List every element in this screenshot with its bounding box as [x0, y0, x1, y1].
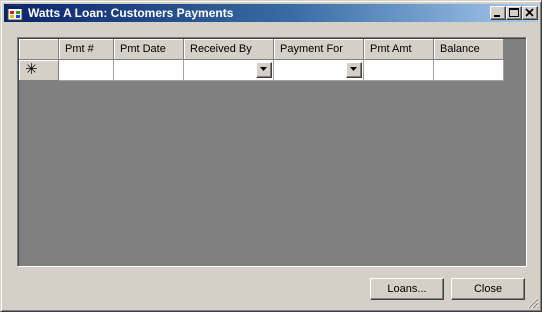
close-form-button[interactable]: Close — [451, 278, 525, 300]
app-icon[interactable] — [7, 5, 23, 21]
new-row-header[interactable]: ✳ — [19, 60, 59, 81]
payments-window: Watts A Loan: Customers Payments Pmt # P… — [0, 0, 542, 312]
new-row-asterisk-icon: ✳ — [25, 61, 38, 78]
close-button[interactable] — [522, 6, 538, 20]
chevron-down-icon — [350, 67, 357, 71]
minimize-icon — [494, 15, 500, 17]
cell-pmt-date[interactable] — [114, 60, 184, 81]
title-bar[interactable]: Watts A Loan: Customers Payments — [4, 4, 538, 22]
grid-header-row: Pmt # Pmt Date Received By Payment For P… — [19, 39, 504, 60]
chevron-down-icon — [260, 67, 267, 71]
payment-for-dropdown-button[interactable] — [346, 62, 362, 78]
cell-balance[interactable] — [434, 60, 504, 81]
cell-received-by-combo[interactable] — [184, 60, 274, 81]
column-header-received-by[interactable]: Received By — [184, 39, 274, 60]
grid-corner-header[interactable] — [19, 39, 59, 60]
column-header-pmt-date[interactable]: Pmt Date — [114, 39, 184, 60]
column-header-payment-for[interactable]: Payment For — [274, 39, 364, 60]
maximize-button[interactable] — [506, 6, 522, 20]
column-header-pmt-number[interactable]: Pmt # — [59, 39, 114, 60]
maximize-icon — [509, 8, 519, 17]
cell-pmt-number[interactable] — [59, 60, 114, 81]
minimize-button[interactable] — [490, 6, 506, 20]
loans-button[interactable]: Loans... — [370, 278, 444, 300]
resize-grip-icon[interactable] — [527, 297, 539, 309]
payments-grid[interactable]: Pmt # Pmt Date Received By Payment For P… — [17, 37, 527, 267]
close-icon — [525, 8, 534, 17]
column-header-pmt-amt[interactable]: Pmt Amt — [364, 39, 434, 60]
received-by-dropdown-button[interactable] — [256, 62, 272, 78]
cell-payment-for-combo[interactable] — [274, 60, 364, 81]
cell-pmt-amt[interactable] — [364, 60, 434, 81]
new-row: ✳ — [19, 60, 504, 81]
window-title: Watts A Loan: Customers Payments — [28, 6, 234, 20]
column-header-balance[interactable]: Balance — [434, 39, 504, 60]
